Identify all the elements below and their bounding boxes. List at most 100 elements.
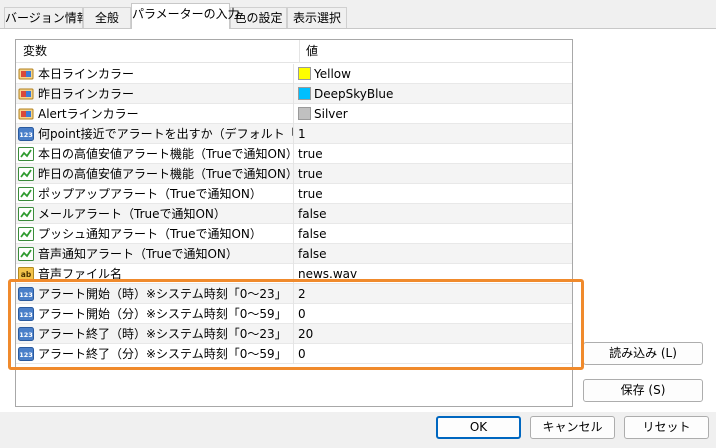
parameter-value: false xyxy=(298,247,327,261)
parameter-value: 2 xyxy=(298,287,306,301)
parameter-name-cell: 音声通知アラート（Trueで通知ON） xyxy=(16,244,293,264)
parameter-value-cell[interactable]: true xyxy=(293,144,572,164)
parameter-name: 本日の高値安値アラート機能（Trueで通知ON） xyxy=(38,147,293,161)
parameter-value: DeepSkyBlue xyxy=(314,87,394,101)
parameter-row[interactable]: 123 アラート終了（時）※システム時刻「0〜23」 20 xyxy=(16,324,572,344)
tab-version-info[interactable]: バージョン情報 xyxy=(4,7,89,28)
parameter-row[interactable]: メールアラート（Trueで通知ON） false xyxy=(16,204,572,224)
parameter-name-cell: プッシュ通知アラート（Trueで通知ON） xyxy=(16,224,293,244)
parameter-row[interactable]: Alertラインカラー Silver xyxy=(16,104,572,124)
parameter-name-cell: 本日ラインカラー xyxy=(16,64,293,84)
parameter-name: 昨日の高値安値アラート機能（Trueで通知ON） xyxy=(38,167,293,181)
parameter-grid[interactable]: 変数 値 本日ラインカラー Yellow 昨日ラインカラー DeepSkyBlue Al… xyxy=(15,39,573,407)
svg-text:123: 123 xyxy=(19,291,33,299)
parameter-name-cell: 123 アラート開始（時）※システム時刻「0〜23」 xyxy=(16,284,293,304)
parameter-row[interactable]: 本日の高値安値アラート機能（Trueで通知ON） true xyxy=(16,144,572,164)
parameter-value: true xyxy=(298,167,323,181)
parameter-row[interactable]: 昨日ラインカラー DeepSkyBlue xyxy=(16,84,572,104)
parameter-name-cell: 123 アラート終了（時）※システム時刻「0〜23」 xyxy=(16,324,293,344)
parameter-value: 20 xyxy=(298,327,314,341)
parameter-row[interactable]: ab 音声ファイル名 news.wav xyxy=(16,264,572,284)
parameter-name-cell: ポップアップアラート（Trueで通知ON） xyxy=(16,184,293,204)
load-button[interactable]: 読み込み (L) xyxy=(583,342,703,365)
parameter-name: プッシュ通知アラート（Trueで通知ON） xyxy=(38,227,262,241)
parameter-name: アラート終了（分）※システム時刻「0〜59」 xyxy=(38,347,287,361)
parameter-row[interactable]: 123 何point接近でアラートを出すか（デフォルト「１」） 1 xyxy=(16,124,572,144)
integer-icon: 123 xyxy=(18,346,34,362)
integer-icon: 123 xyxy=(18,306,34,322)
parameter-value: true xyxy=(298,147,323,161)
parameter-value-cell[interactable]: news.wav xyxy=(293,264,572,284)
parameter-name: ポップアップアラート（Trueで通知ON） xyxy=(38,187,262,201)
parameter-name-cell: Alertラインカラー xyxy=(16,104,293,124)
parameter-value: false xyxy=(298,227,327,241)
parameter-row[interactable]: 123 アラート開始（分）※システム時刻「0〜59」 0 xyxy=(16,304,572,324)
parameter-name-cell: 123 アラート終了（分）※システム時刻「0〜59」 xyxy=(16,344,293,364)
parameter-name: 何point接近でアラートを出すか（デフォルト「１」） xyxy=(38,127,293,141)
parameter-value: 1 xyxy=(298,127,306,141)
integer-icon: 123 xyxy=(18,126,34,142)
string-icon: ab xyxy=(18,266,34,282)
parameter-name: アラート開始（時）※システム時刻「0〜23」 xyxy=(38,287,287,301)
boolean-icon xyxy=(18,206,34,222)
parameter-value-cell[interactable]: Silver xyxy=(293,104,572,124)
grid-header: 変数 値 xyxy=(16,40,572,63)
parameter-name-cell: メールアラート（Trueで通知ON） xyxy=(16,204,293,224)
parameter-value-cell[interactable]: 2 xyxy=(293,284,572,304)
tab-parameters[interactable]: パラメーターの入力 xyxy=(131,3,240,29)
parameter-value-cell[interactable]: 1 xyxy=(293,124,572,144)
parameter-value-cell[interactable]: true xyxy=(293,164,572,184)
header-value[interactable]: 値 xyxy=(299,40,572,63)
tab-display-selection[interactable]: 表示選択 xyxy=(287,7,347,28)
parameter-value-cell[interactable]: false xyxy=(293,224,572,244)
parameter-name-cell: 123 何point接近でアラートを出すか（デフォルト「１」） xyxy=(16,124,293,144)
parameter-value: true xyxy=(298,187,323,201)
boolean-icon xyxy=(18,186,34,202)
color-swatch xyxy=(298,87,311,100)
parameter-row[interactable]: 123 アラート開始（時）※システム時刻「0〜23」 2 xyxy=(16,284,572,304)
svg-text:123: 123 xyxy=(19,131,33,139)
svg-text:123: 123 xyxy=(19,351,33,359)
integer-icon: 123 xyxy=(18,326,34,342)
parameter-row[interactable]: 本日ラインカラー Yellow xyxy=(16,64,572,84)
parameter-row[interactable]: 昨日の高値安値アラート機能（Trueで通知ON） true xyxy=(16,164,572,184)
parameter-value-cell[interactable]: 20 xyxy=(293,324,572,344)
parameter-value-cell[interactable]: false xyxy=(293,204,572,224)
boolean-icon xyxy=(18,226,34,242)
parameter-value-cell[interactable]: Yellow xyxy=(293,64,572,84)
svg-text:ab: ab xyxy=(21,270,32,279)
svg-text:123: 123 xyxy=(19,331,33,339)
save-button[interactable]: 保存 (S) xyxy=(583,379,703,402)
parameter-row[interactable]: 123 アラート終了（分）※システム時刻「0〜59」 0 xyxy=(16,344,572,364)
tab-general[interactable]: 全般 xyxy=(83,7,131,28)
cancel-button[interactable]: キャンセル xyxy=(530,416,615,439)
color-icon xyxy=(18,66,34,82)
reset-button[interactable]: リセット xyxy=(624,416,709,439)
parameter-name: 昨日ラインカラー xyxy=(38,87,135,101)
parameter-value-cell[interactable]: DeepSkyBlue xyxy=(293,84,572,104)
parameter-value: false xyxy=(298,207,327,221)
parameter-name: アラート終了（時）※システム時刻「0〜23」 xyxy=(38,327,287,341)
parameter-row[interactable]: ポップアップアラート（Trueで通知ON） true xyxy=(16,184,572,204)
parameter-row[interactable]: プッシュ通知アラート（Trueで通知ON） false xyxy=(16,224,572,244)
parameter-value-cell[interactable]: true xyxy=(293,184,572,204)
parameter-value: Yellow xyxy=(314,67,351,81)
integer-icon: 123 xyxy=(18,286,34,302)
color-swatch xyxy=(298,107,311,120)
parameter-value: Silver xyxy=(314,107,348,121)
parameter-row[interactable]: 音声通知アラート（Trueで通知ON） false xyxy=(16,244,572,264)
parameter-name-cell: 本日の高値安値アラート機能（Trueで通知ON） xyxy=(16,144,293,164)
ok-button[interactable]: OK xyxy=(436,416,521,439)
parameter-value-cell[interactable]: 0 xyxy=(293,304,572,324)
tab-bar: バージョン情報 全般 パラメーターの入力 色の設定 表示選択 xyxy=(0,0,716,29)
parameter-name: 音声ファイル名 xyxy=(38,267,123,281)
parameter-value-cell[interactable]: 0 xyxy=(293,344,572,364)
color-icon xyxy=(18,86,34,102)
parameter-name: メールアラート（Trueで通知ON） xyxy=(38,207,226,221)
parameter-value-cell[interactable]: false xyxy=(293,244,572,264)
color-swatch xyxy=(298,67,311,80)
header-variable[interactable]: 変数 xyxy=(23,40,47,63)
parameter-value: news.wav xyxy=(298,267,358,281)
parameter-value: 0 xyxy=(298,307,306,321)
boolean-icon xyxy=(18,146,34,162)
